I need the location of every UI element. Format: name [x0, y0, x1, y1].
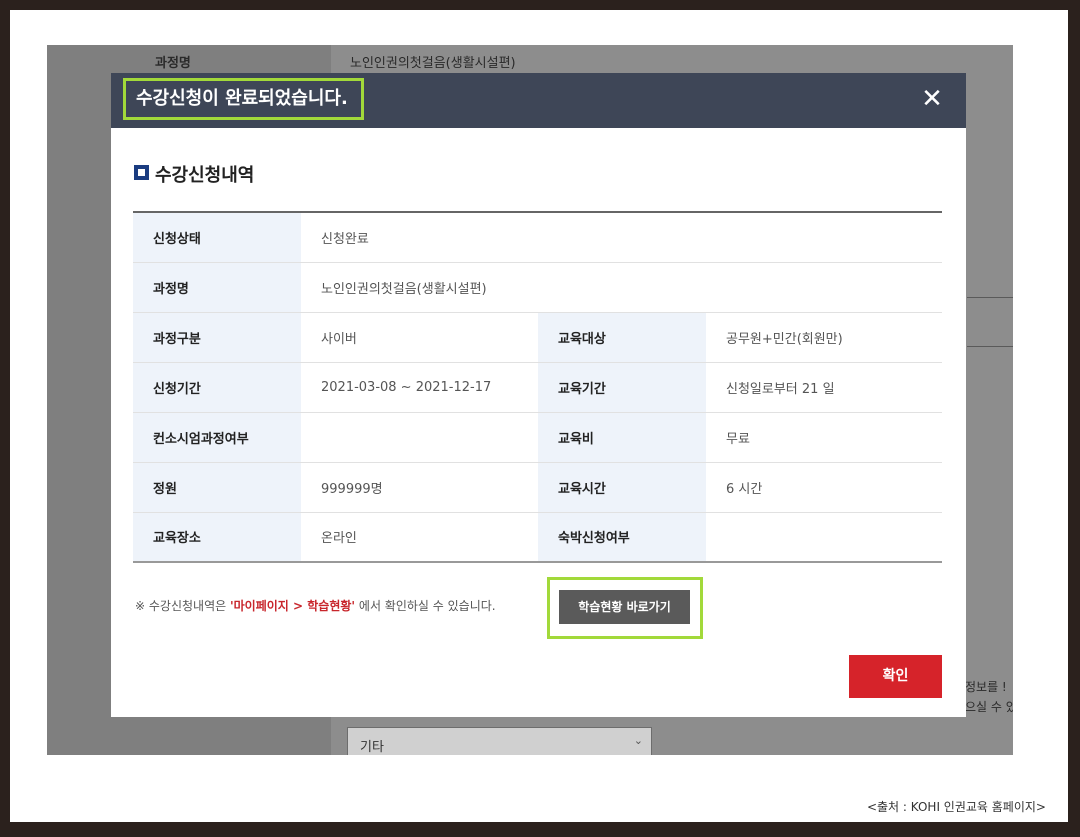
table-label: 과정구분: [133, 312, 301, 363]
table-value: [301, 412, 538, 463]
table-label: 교육시간: [538, 462, 706, 513]
enrollment-complete-modal: 수강신청이 완료되었습니다. ✕ 수강신청내역 신청상태 신청완료 과정명 노인…: [111, 73, 966, 717]
table-row: 정원 999999명 교육시간 6 시간: [133, 462, 943, 513]
table-value: 6 시간: [706, 462, 943, 513]
table-row: 과정구분 사이버 교육대상 공무원+민간(회원만): [133, 312, 943, 363]
table-label: 과정명: [133, 262, 301, 313]
table-value: 신청일로부터 21 일: [706, 362, 943, 413]
table-row: 신청기간 2021-03-08 ~ 2021-12-17 교육기간 신청일로부터…: [133, 362, 943, 413]
table-label: 교육기간: [538, 362, 706, 413]
table-row: 컨소시엄과정여부 교육비 무료: [133, 412, 943, 463]
background-row-value: 노인인권의첫걸음(생활시설편): [350, 56, 516, 71]
table-value: 999999명: [301, 462, 538, 513]
chevron-down-icon: ⌄: [633, 734, 643, 747]
background-side-text: 으실 수 있: [965, 700, 1013, 714]
background-divider: [967, 346, 1013, 347]
table-value: 신청완료: [301, 212, 943, 263]
enrollment-details-table: 신청상태 신청완료 과정명 노인인권의첫걸음(생활시설편) 과정구분 사이버 교…: [133, 211, 943, 563]
section-title: 수강신청내역: [134, 161, 254, 187]
table-label: 컨소시엄과정여부: [133, 412, 301, 463]
table-value: 노인인권의첫걸음(생활시설편): [301, 262, 943, 313]
section-square-icon: [134, 165, 149, 180]
table-label: 교육장소: [133, 512, 301, 562]
table-row: 교육장소 온라인 숙박신청여부: [133, 512, 942, 562]
section-title-text: 수강신청내역: [155, 165, 255, 186]
table-row: 과정명 노인인권의첫걸음(생활시설편): [133, 262, 943, 313]
background-row-label: 과정명: [155, 56, 191, 71]
table-label: 정원: [133, 462, 301, 513]
table-label: 신청상태: [133, 212, 301, 263]
table-value: 온라인: [321, 531, 357, 547]
source-caption: <출처 : KOHI 인권교육 홈페이지>: [866, 800, 1046, 814]
table-label: 신청기간: [133, 362, 301, 413]
table-value: [706, 512, 942, 562]
confirmation-note: ※ 수강신청내역은 '마이페이지 > 학습현황' 에서 확인하실 수 있습니다.: [135, 597, 496, 614]
note-suffix: 에서 확인하실 수 있습니다.: [355, 599, 496, 613]
table-value: 2021-03-08 ~ 2021-12-17: [301, 362, 538, 413]
highlight-box: 학습현황 바로가기: [547, 577, 703, 639]
modal-header: 수강신청이 완료되었습니다. ✕: [111, 73, 966, 128]
table-label: 교육비: [538, 412, 706, 463]
table-value: 공무원+민간(회원만): [706, 312, 943, 363]
note-prefix: ※ 수강신청내역은: [135, 599, 230, 613]
background-select-value: 기타: [360, 740, 384, 755]
go-to-learning-status-button[interactable]: 학습현황 바로가기: [559, 590, 690, 624]
mypage-learning-status-link[interactable]: '마이페이지 > 학습현황': [230, 599, 355, 613]
background-divider: [967, 297, 1013, 298]
table-value: 사이버: [301, 312, 538, 363]
confirm-button[interactable]: 확인: [849, 655, 942, 698]
table-value: 무료: [706, 412, 943, 463]
modal-title: 수강신청이 완료되었습니다.: [123, 78, 364, 120]
background-side-text: 정보를 !: [965, 680, 1007, 694]
background-category-select[interactable]: 기타 ⌄: [347, 727, 652, 755]
close-icon[interactable]: ✕: [918, 85, 946, 113]
table-row: 신청상태 신청완료: [133, 212, 943, 263]
table-label: 숙박신청여부: [538, 512, 706, 562]
table-label: 교육대상: [538, 312, 706, 363]
